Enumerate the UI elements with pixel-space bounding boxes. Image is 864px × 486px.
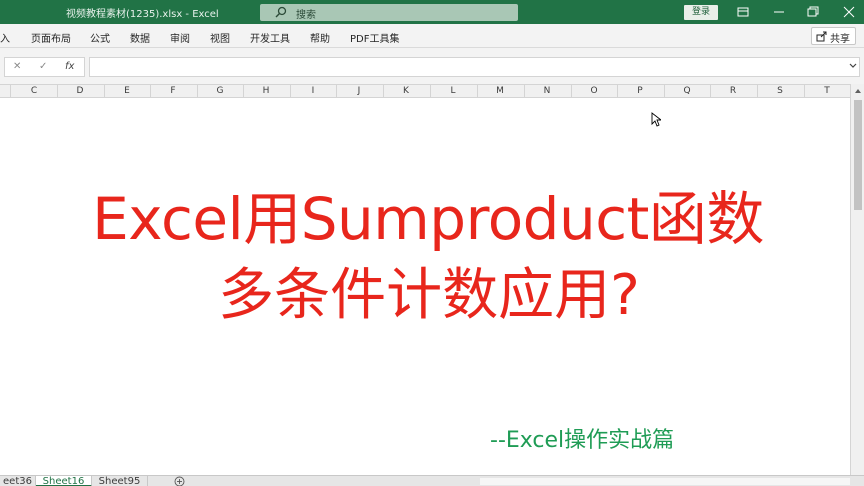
scroll-up-icon[interactable] — [854, 88, 862, 94]
scrollbar-thumb[interactable] — [854, 100, 862, 210]
search-placeholder: 搜索 — [296, 10, 316, 21]
tab-formulas[interactable]: 公式 — [90, 30, 110, 45]
close-icon[interactable] — [842, 4, 856, 19]
column-header[interactable]: E — [104, 85, 150, 97]
share-button[interactable]: 共享 — [811, 27, 856, 45]
column-header[interactable]: O — [571, 85, 617, 97]
title-line-1: Excel用Sumproduct函数 — [92, 185, 764, 253]
formula-bar: ✕ ✓ fx — [0, 48, 864, 84]
vertical-scrollbar[interactable] — [850, 84, 864, 476]
column-header[interactable]: M — [477, 85, 523, 97]
column-header[interactable]: T — [804, 85, 850, 97]
horizontal-scrollbar[interactable] — [480, 478, 850, 485]
column-header[interactable]: I — [290, 85, 336, 97]
insert-function-icon[interactable]: fx — [65, 61, 74, 72]
minimize-icon[interactable] — [772, 4, 786, 19]
formula-input[interactable] — [89, 57, 860, 77]
column-separator — [243, 85, 244, 97]
column-header[interactable]: S — [757, 85, 803, 97]
sheet-tab-active[interactable]: Sheet16 — [36, 476, 92, 486]
restore-icon[interactable] — [806, 4, 820, 19]
column-header-row: C D E F G H I J K L M N O P Q R S T — [0, 84, 850, 98]
column-separator — [197, 85, 198, 97]
tab-pdf-tools[interactable]: PDF工具集 — [350, 30, 399, 45]
tab-insert[interactable]: 入 — [0, 30, 10, 45]
column-header[interactable]: H — [243, 85, 289, 97]
formula-buttons: ✕ ✓ fx — [4, 57, 85, 77]
column-separator — [104, 85, 105, 97]
enter-icon[interactable]: ✓ — [39, 61, 47, 72]
column-header[interactable]: L — [430, 85, 476, 97]
column-separator — [10, 85, 11, 97]
ribbon-display-icon[interactable] — [736, 4, 750, 19]
column-header[interactable]: C — [11, 85, 57, 97]
chevron-down-icon[interactable] — [849, 63, 857, 69]
column-separator — [617, 85, 618, 97]
title-bar: 视频教程素材(1235).xlsx - Excel 搜索 登录 — [0, 0, 864, 24]
column-header[interactable]: Q — [664, 85, 710, 97]
subtitle: --Excel操作实战篇 — [490, 428, 675, 453]
mouse-cursor-icon — [651, 112, 661, 127]
column-header[interactable]: D — [57, 85, 103, 97]
column-header[interactable]: G — [197, 85, 243, 97]
column-separator — [710, 85, 711, 97]
column-separator — [150, 85, 151, 97]
window-title: 视频教程素材(1235).xlsx - Excel — [66, 9, 219, 20]
sheet-tab[interactable]: eet36 — [0, 476, 36, 486]
tab-view[interactable]: 视图 — [210, 30, 230, 45]
column-separator — [477, 85, 478, 97]
tab-page-layout[interactable]: 页面布局 — [31, 30, 71, 45]
column-separator — [524, 85, 525, 97]
column-separator — [757, 85, 758, 97]
sheet-tab[interactable]: Sheet95 — [92, 476, 148, 486]
title-line-2: 多条件计数应用? — [218, 263, 640, 328]
tab-data[interactable]: 数据 — [130, 30, 150, 45]
tab-developer[interactable]: 开发工具 — [250, 30, 290, 45]
column-header[interactable]: P — [617, 85, 663, 97]
column-separator — [804, 85, 805, 97]
cancel-icon[interactable]: ✕ — [13, 61, 21, 72]
column-separator — [664, 85, 665, 97]
column-separator — [290, 85, 291, 97]
login-button[interactable]: 登录 — [684, 5, 718, 20]
column-header[interactable]: K — [383, 85, 429, 97]
search-icon — [275, 6, 287, 18]
share-icon — [816, 31, 827, 42]
column-header[interactable]: N — [524, 85, 570, 97]
sheet-tab-bar: eet36 Sheet16 Sheet95 — [0, 475, 864, 486]
column-header[interactable]: R — [710, 85, 756, 97]
column-separator — [57, 85, 58, 97]
column-header[interactable]: F — [150, 85, 196, 97]
column-separator — [336, 85, 337, 97]
search-box[interactable]: 搜索 — [260, 4, 518, 21]
add-sheet-icon[interactable] — [174, 476, 185, 486]
column-separator — [571, 85, 572, 97]
column-separator — [430, 85, 431, 97]
column-header[interactable]: J — [336, 85, 382, 97]
share-label: 共享 — [830, 34, 850, 45]
tab-review[interactable]: 审阅 — [170, 30, 190, 45]
ribbon-tabs: 入 页面布局 公式 数据 审阅 视图 开发工具 帮助 PDF工具集 共享 — [0, 24, 864, 48]
column-separator — [383, 85, 384, 97]
tab-help[interactable]: 帮助 — [310, 30, 330, 45]
